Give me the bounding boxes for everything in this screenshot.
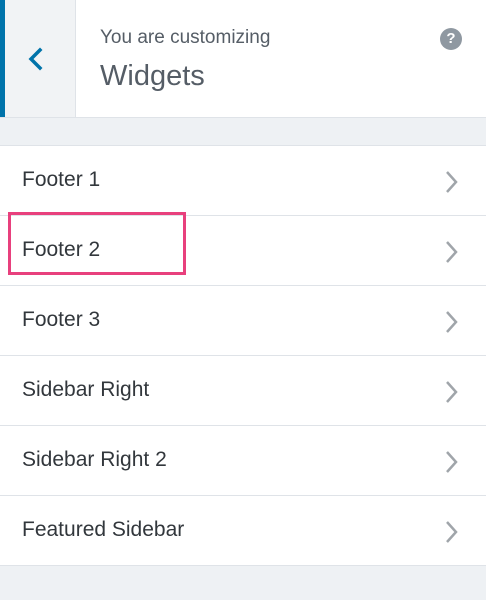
section-title: Widgets bbox=[100, 60, 205, 92]
section-footer-2[interactable]: Footer 2 bbox=[0, 216, 486, 286]
section-featured-sidebar[interactable]: Featured Sidebar bbox=[0, 496, 486, 566]
customizer-header: You are customizing Widgets ? bbox=[0, 0, 486, 118]
chevron-right-icon bbox=[444, 380, 460, 409]
customizing-label: You are customizing bbox=[100, 27, 271, 48]
widget-areas-list: Footer 1 Footer 2 Footer 3 Sidebar Right… bbox=[0, 145, 486, 566]
chevron-left-icon bbox=[26, 47, 44, 76]
chevron-right-icon bbox=[444, 310, 460, 339]
back-button[interactable] bbox=[0, 0, 76, 117]
section-label: Footer 3 bbox=[22, 308, 101, 331]
chevron-right-icon bbox=[444, 520, 460, 549]
section-footer-1[interactable]: Footer 1 bbox=[0, 146, 486, 216]
section-label: Footer 1 bbox=[22, 168, 101, 191]
section-label: Featured Sidebar bbox=[22, 518, 185, 541]
section-label: Footer 2 bbox=[22, 238, 101, 261]
section-label: Sidebar Right bbox=[22, 378, 150, 401]
section-label: Sidebar Right 2 bbox=[22, 448, 167, 471]
question-mark-glyph: ? bbox=[446, 30, 456, 47]
help-icon[interactable]: ? bbox=[440, 28, 462, 50]
section-footer-3[interactable]: Footer 3 bbox=[0, 286, 486, 356]
chevron-right-icon bbox=[444, 450, 460, 479]
section-sidebar-right[interactable]: Sidebar Right bbox=[0, 356, 486, 426]
chevron-right-icon bbox=[444, 240, 460, 269]
chevron-right-icon bbox=[444, 170, 460, 199]
section-sidebar-right-2[interactable]: Sidebar Right 2 bbox=[0, 426, 486, 496]
